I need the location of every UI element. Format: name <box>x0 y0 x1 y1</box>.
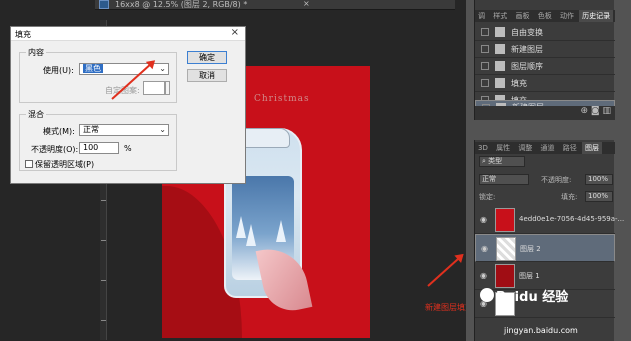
lock-label: 锁定: <box>479 193 496 201</box>
baidu-paw-logo <box>480 288 494 302</box>
tab-properties[interactable]: 属性 <box>493 142 513 154</box>
ok-button[interactable]: 确定 <box>187 51 227 64</box>
layer-opacity-input[interactable]: 100% <box>585 174 613 185</box>
layer-thumbnail <box>496 237 516 261</box>
preserve-transparency-checkbox[interactable] <box>25 160 33 168</box>
document-title: 16xx8 @ 12.5% (图层 2, RGB/8) * <box>115 0 248 9</box>
document-tab[interactable]: 16xx8 @ 12.5% (图层 2, RGB/8) * × <box>95 0 455 10</box>
history-step-icon <box>495 44 505 54</box>
history-step-icon <box>495 61 505 71</box>
mode-select-value: 正常 <box>83 125 99 134</box>
chevron-down-icon: ⌄ <box>159 64 166 73</box>
tab-paths[interactable]: 路径 <box>560 142 580 154</box>
artwork-title: Christmas <box>254 94 310 104</box>
opacity-unit: % <box>124 144 132 153</box>
history-item[interactable]: 图层顺序 <box>475 58 615 75</box>
opacity-label: 不透明度(O): <box>31 145 79 154</box>
use-label: 使用(U): <box>43 66 74 75</box>
history-footer: ⊕ ◙ ▥ <box>475 106 615 120</box>
tab-channels[interactable]: 通道 <box>538 142 558 154</box>
layer-thumbnail <box>495 264 515 288</box>
tab-layers[interactable]: 图层 <box>582 142 603 154</box>
camera-icon[interactable]: ◙ <box>591 106 600 116</box>
preserve-transparency-label: 保留透明区域(P) <box>35 160 95 169</box>
dialog-close-icon[interactable]: × <box>231 27 239 38</box>
dialog-title: 填充 <box>15 30 31 39</box>
history-step-icon <box>495 27 505 37</box>
tab-styles[interactable]: 样式 <box>490 10 510 22</box>
watermark-brand: Baidu 经验 <box>496 290 569 305</box>
cancel-button[interactable]: 取消 <box>187 69 227 82</box>
layer-thumbnail <box>495 208 515 232</box>
fill-label: 填充: <box>561 193 578 201</box>
opacity-input[interactable]: 100 <box>79 142 119 154</box>
layer-row-selected[interactable]: ◉ 图层 2 <box>475 234 615 262</box>
history-tabs: 调 样式 画板 色板 动作 历史记录 <box>475 10 615 22</box>
tab-swatches[interactable]: 色板 <box>535 10 555 22</box>
history-panel: 调 样式 画板 色板 动作 历史记录 自由变换 新建图层 图层顺序 填充 填充 … <box>474 0 615 120</box>
tab-artboard[interactable]: 画板 <box>512 10 532 22</box>
chevron-down-icon: ⌄ <box>159 125 166 134</box>
tab-adjust[interactable]: 调 <box>475 10 488 22</box>
photoshop-file-icon <box>99 0 109 9</box>
history-item[interactable]: 新建图层 <box>475 41 615 58</box>
trash-icon[interactable]: ▥ <box>602 106 611 116</box>
tab-3d[interactable]: 3D <box>475 142 491 154</box>
mode-select[interactable]: 正常 ⌄ <box>79 124 169 136</box>
tab-actions[interactable]: 动作 <box>557 10 577 22</box>
use-select-value: 黑色 <box>83 64 103 73</box>
blend-group-label: 混合 <box>28 110 44 119</box>
new-snapshot-icon[interactable]: ⊕ <box>580 106 588 116</box>
tab-history[interactable]: 历史记录 <box>579 10 614 22</box>
fill-input[interactable]: 100% <box>585 191 613 202</box>
layer-opacity-label: 不透明度: <box>541 176 572 184</box>
close-tab-icon[interactable]: × <box>303 0 310 8</box>
pattern-swatch <box>143 81 170 95</box>
layers-tabs: 3D 属性 调整 通道 路径 图层 <box>475 142 615 154</box>
eye-icon[interactable]: ◉ <box>480 271 487 280</box>
watermark-url: jingyan.baidu.com <box>504 326 578 335</box>
blend-mode-select[interactable]: 正常 <box>479 174 529 185</box>
history-item[interactable]: 填充 <box>475 75 615 92</box>
history-step-icon <box>495 78 505 88</box>
page-curl <box>255 242 313 316</box>
history-item[interactable]: 自由变换 <box>475 24 615 41</box>
eye-icon[interactable]: ◉ <box>481 244 488 254</box>
mode-label: 模式(M): <box>43 127 75 136</box>
tab-adjustments[interactable]: 调整 <box>515 142 535 154</box>
kind-filter-select[interactable]: ⌕ 类型 <box>479 156 525 167</box>
dialog-titlebar[interactable]: 填充 × <box>11 27 245 41</box>
layer-row[interactable]: ◉ 4edd0e1e-7056-4d45-959a-... <box>475 206 624 234</box>
eye-icon[interactable]: ◉ <box>480 215 487 224</box>
fill-dialog: 填充 × 内容 使用(U): 黑色 ⌄ 自定图案: 混合 模式(M): 正常 ⌄… <box>10 26 246 184</box>
content-group-label: 内容 <box>28 48 44 57</box>
layers-panel: 3D 属性 调整 通道 路径 图层 ⌕ 类型 正常 不透明度: 100% 锁定:… <box>474 140 624 341</box>
